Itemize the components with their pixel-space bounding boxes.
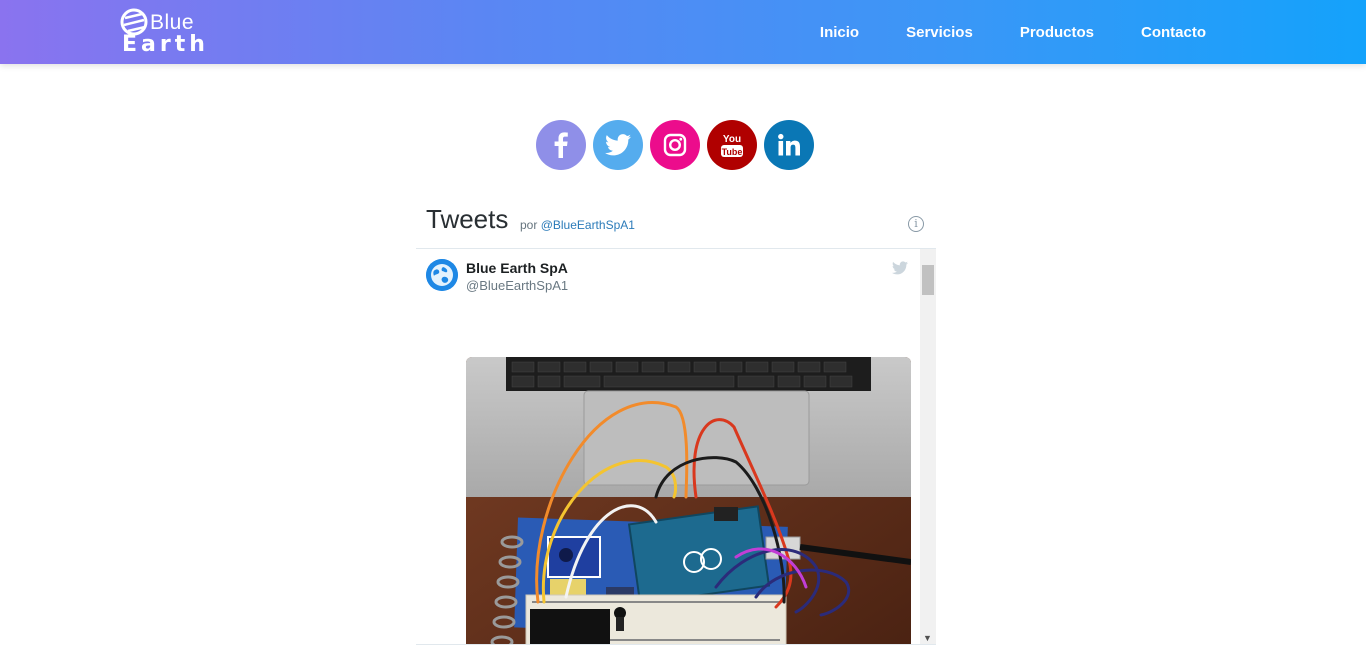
twitter-icon bbox=[605, 134, 631, 156]
scroll-down-arrow-icon[interactable]: ▼ bbox=[923, 633, 932, 643]
twitter-button[interactable] bbox=[593, 120, 643, 170]
facebook-button[interactable] bbox=[536, 120, 586, 170]
brand-line1: Blue bbox=[150, 11, 195, 34]
tweet-photo[interactable] bbox=[466, 357, 911, 644]
youtube-button[interactable]: You Tube bbox=[707, 120, 757, 170]
nav-link-contacto[interactable]: Contacto bbox=[1141, 24, 1206, 41]
timeline-header: Tweets por @BlueEarthSpA1 i bbox=[416, 196, 936, 249]
avatar[interactable] bbox=[426, 259, 458, 291]
twitter-bird-icon[interactable] bbox=[892, 261, 908, 275]
linkedin-icon bbox=[778, 133, 800, 156]
brand-line2: Earth bbox=[122, 32, 209, 57]
tweet-author-handle[interactable]: @BlueEarthSpA1 bbox=[466, 278, 568, 293]
nav-link-productos[interactable]: Productos bbox=[1020, 24, 1094, 41]
tweet-author-name[interactable]: Blue Earth SpA bbox=[466, 260, 568, 276]
main-nav: Inicio Servicios Productos Contacto bbox=[773, 0, 1206, 64]
linkedin-button[interactable] bbox=[764, 120, 814, 170]
timeline-scrollbar[interactable]: ▼ bbox=[920, 249, 936, 644]
social-links: You Tube bbox=[536, 120, 821, 170]
instagram-button[interactable] bbox=[650, 120, 700, 170]
scrollbar-thumb[interactable] bbox=[922, 265, 934, 295]
youtube-label-bottom: Tube bbox=[722, 147, 743, 157]
timeline-by-prefix: por bbox=[520, 218, 538, 232]
arduino-breadboard-photo bbox=[466, 357, 911, 644]
nav-link-servicios[interactable]: Servicios bbox=[906, 24, 973, 41]
brand-logo[interactable]: Blue Earth bbox=[120, 6, 220, 58]
timeline-body[interactable]: Blue Earth SpA @BlueEarthSpA1 ▼ bbox=[416, 249, 936, 645]
facebook-icon bbox=[554, 132, 568, 158]
info-icon[interactable]: i bbox=[908, 216, 924, 232]
timeline-byline: por @BlueEarthSpA1 bbox=[520, 218, 635, 232]
timeline-handle-link[interactable]: @BlueEarthSpA1 bbox=[541, 218, 635, 232]
youtube-label-top: You bbox=[723, 134, 741, 145]
twitter-timeline: Tweets por @BlueEarthSpA1 i Blue Earth S… bbox=[416, 196, 936, 658]
nav-link-inicio[interactable]: Inicio bbox=[820, 24, 859, 41]
instagram-icon bbox=[663, 133, 687, 157]
timeline-title: Tweets bbox=[426, 204, 509, 234]
globe-avatar-icon bbox=[426, 259, 458, 291]
youtube-icon: You Tube bbox=[721, 134, 743, 157]
top-navbar: Blue Earth Inicio Servicios Productos Co… bbox=[0, 0, 1366, 64]
